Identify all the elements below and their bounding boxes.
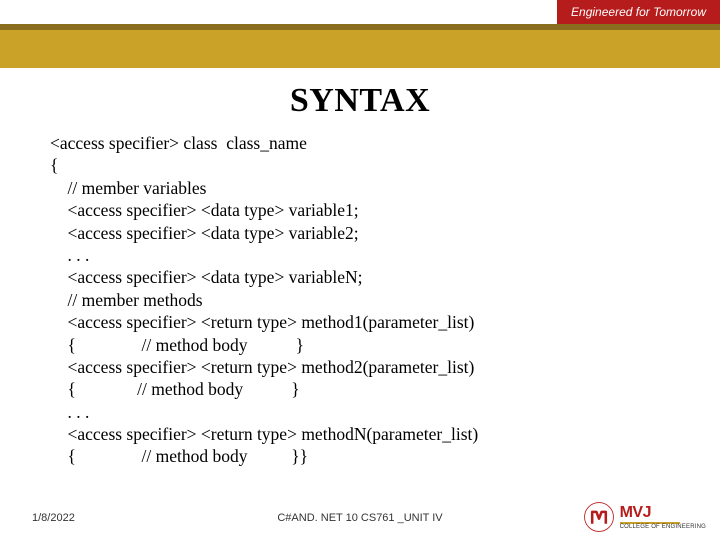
college-logo: MVJ COLLEGE OF ENGINEERING	[582, 500, 706, 534]
footer-label: C#AND. NET 10 CS761 _UNIT IV	[277, 512, 442, 524]
top-banner: Engineered for Tomorrow	[0, 0, 720, 24]
logo-mark-icon	[582, 500, 616, 534]
logo-main-text: MVJ	[620, 505, 706, 521]
footer-date: 1/8/2022	[32, 512, 75, 524]
gold-bar	[0, 24, 720, 68]
logo-sub-text: COLLEGE OF ENGINEERING	[620, 524, 706, 530]
logo-text: MVJ COLLEGE OF ENGINEERING	[620, 505, 706, 530]
tagline: Engineered for Tomorrow	[557, 0, 720, 24]
syntax-code: <access specifier> class class_name { //…	[50, 132, 670, 468]
page-title: SYNTAX	[0, 82, 720, 120]
